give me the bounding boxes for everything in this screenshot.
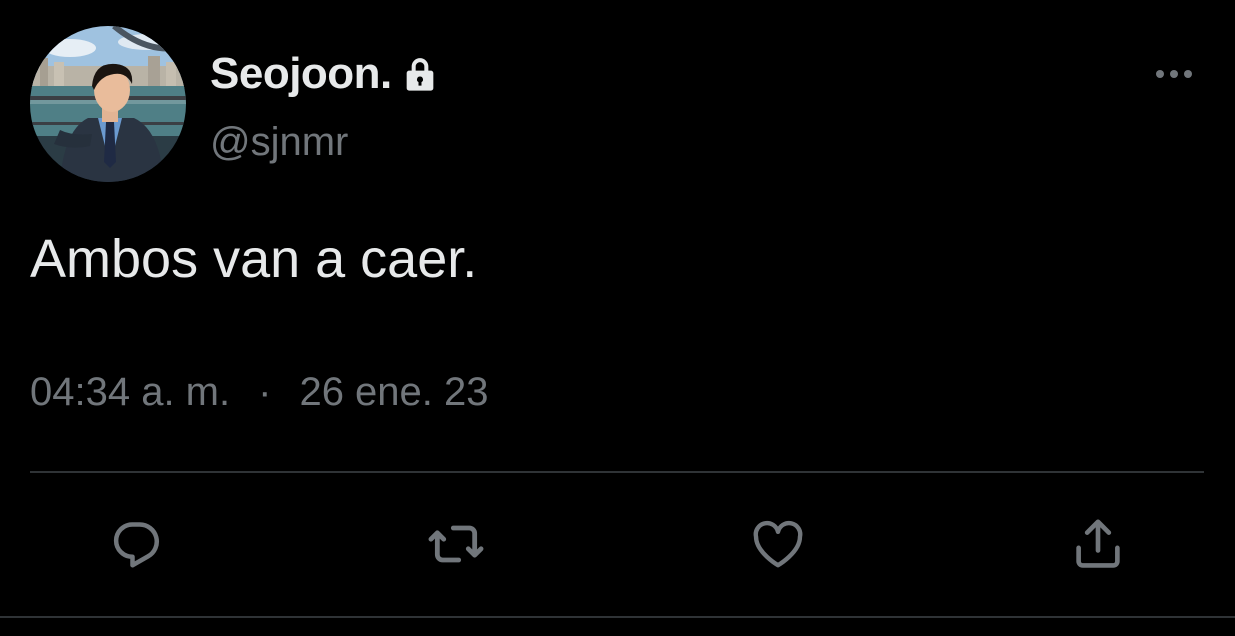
divider (30, 471, 1204, 473)
heart-icon (753, 520, 803, 568)
avatar-photo (30, 26, 186, 182)
tweet-meta: 04:34 a. m. · 26 ene. 23 (30, 370, 489, 415)
tweet-text: Ambos van a caer. (30, 229, 478, 289)
retweet-button[interactable] (424, 512, 488, 576)
bottom-divider (0, 616, 1235, 618)
avatar[interactable] (30, 26, 186, 182)
tweet-time[interactable]: 04:34 a. m. (30, 370, 230, 415)
handle[interactable]: @sjnmr (210, 122, 348, 162)
more-dots-icon (1156, 70, 1192, 78)
display-name[interactable]: Seojoon. (210, 52, 392, 96)
meta-separator: · (258, 370, 272, 414)
like-button[interactable] (746, 512, 810, 576)
share-upload-icon (1076, 519, 1120, 568)
comment-bubble-icon (113, 522, 159, 568)
lock-icon (400, 54, 440, 94)
reply-button[interactable] (104, 512, 168, 576)
retweet-arrows-icon (428, 525, 484, 563)
author-name-row: Seojoon. (210, 48, 440, 100)
tweet-date[interactable]: 26 ene. 23 (299, 370, 488, 415)
more-options-button[interactable] (1148, 56, 1200, 92)
share-button[interactable] (1066, 512, 1130, 576)
